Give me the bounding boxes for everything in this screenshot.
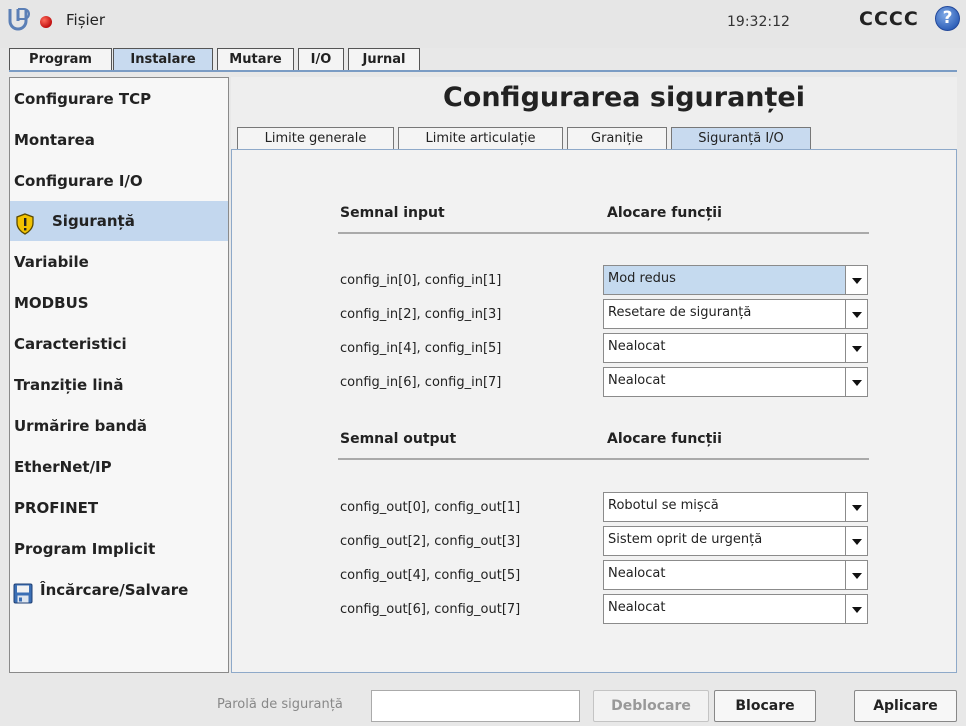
password-label: Parolă de siguranță — [217, 697, 343, 712]
chevron-down-icon[interactable] — [845, 493, 867, 521]
tab-io[interactable]: I/O — [298, 48, 344, 71]
robot-name: CCCC — [859, 8, 919, 30]
content-panel: Configurarea siguranței Limite generale … — [231, 77, 957, 673]
select-value: Robotul se mișcă — [608, 498, 719, 513]
top-bar: Fișier 19:32:12 CCCC ? — [0, 0, 966, 48]
sidebar-item-label: MODBUS — [14, 294, 89, 312]
input-row-label: config_in[6], config_in[7] — [340, 375, 502, 390]
sidebar-item-safety[interactable]: Siguranță — [10, 201, 228, 241]
tab-joint-limits[interactable]: Limite articulație — [398, 127, 563, 150]
sidebar-item-label: Siguranță — [52, 212, 135, 230]
sidebar-item-label: Urmărire bandă — [14, 417, 148, 435]
sidebar-item-label: Program Implicit — [14, 540, 156, 558]
apply-button[interactable]: Aplicare — [854, 690, 957, 722]
clock: 19:32:12 — [727, 14, 790, 30]
sidebar-item-profinet[interactable]: PROFINET — [10, 488, 228, 528]
sidebar-item-label: EtherNet/IP — [14, 458, 112, 476]
tab-program[interactable]: Program — [9, 48, 112, 71]
select-value: Nealocat — [608, 600, 666, 615]
sidebar-item-label: Configurare I/O — [14, 172, 143, 190]
input-function-select[interactable]: Nealocat — [603, 367, 868, 397]
sidebar-item-label: PROFINET — [14, 499, 99, 517]
floppy-disk-icon — [13, 579, 33, 619]
sidebar-item-conveyor-tracking[interactable]: Urmărire bandă — [10, 406, 228, 446]
output-signal-header: Semnal output — [340, 431, 457, 447]
output-function-header: Alocare funcții — [607, 431, 722, 447]
input-function-select[interactable]: Resetare de siguranță — [603, 299, 868, 329]
tab-jurnal[interactable]: Jurnal — [348, 48, 420, 71]
safety-io-panel: Semnal input Alocare funcții config_in[0… — [231, 149, 957, 673]
input-row-label: config_in[4], config_in[5] — [340, 341, 502, 356]
output-row-label: config_out[6], config_out[7] — [340, 602, 521, 617]
tab-mutare[interactable]: Mutare — [217, 48, 294, 71]
sidebar-item-ethernet-ip[interactable]: EtherNet/IP — [10, 447, 228, 487]
tab-instalare[interactable]: Instalare — [113, 48, 213, 71]
select-value: Sistem oprit de urgență — [608, 532, 763, 547]
unlock-button[interactable]: Deblocare — [593, 690, 709, 722]
tab-general-limits[interactable]: Limite generale — [237, 127, 394, 150]
tab-safety-io[interactable]: Siguranță I/O — [671, 127, 811, 150]
select-value: Nealocat — [608, 566, 666, 581]
input-function-select[interactable]: Mod redus — [603, 265, 868, 295]
divider — [338, 232, 869, 234]
sidebar-item-load-save[interactable]: Încărcare/Salvare — [10, 570, 228, 610]
output-function-select[interactable]: Nealocat — [603, 560, 868, 590]
chevron-down-icon[interactable] — [845, 527, 867, 555]
sidebar: Configurare TCP Montarea Configurare I/O… — [9, 77, 229, 673]
input-function-header: Alocare funcții — [607, 205, 722, 221]
page-title: Configurarea siguranței — [442, 82, 806, 113]
file-menu[interactable]: Fișier — [66, 11, 105, 29]
output-row-label: config_out[4], config_out[5] — [340, 568, 521, 583]
sidebar-item-label: Caracteristici — [14, 335, 127, 353]
sidebar-item-modbus[interactable]: MODBUS — [10, 283, 228, 323]
chevron-down-icon[interactable] — [845, 266, 867, 294]
chevron-down-icon[interactable] — [845, 595, 867, 623]
bottom-bar: Parolă de siguranță Deblocare Blocare Ap… — [0, 680, 966, 726]
output-function-select[interactable]: Sistem oprit de urgență — [603, 526, 868, 556]
sidebar-item-default-program[interactable]: Program Implicit — [10, 529, 228, 569]
chevron-down-icon[interactable] — [845, 561, 867, 589]
sidebar-item-io-setup[interactable]: Configurare I/O — [10, 161, 228, 201]
password-field[interactable] — [371, 690, 580, 722]
select-value: Nealocat — [608, 339, 666, 354]
sidebar-item-mounting[interactable]: Montarea — [10, 120, 228, 160]
sidebar-item-features[interactable]: Caracteristici — [10, 324, 228, 364]
divider — [338, 458, 869, 460]
chevron-down-icon[interactable] — [845, 334, 867, 362]
sidebar-item-label: Încărcare/Salvare — [40, 581, 189, 599]
help-button[interactable]: ? — [935, 6, 960, 31]
output-row-label: config_out[0], config_out[1] — [340, 500, 521, 515]
lock-button[interactable]: Blocare — [714, 690, 816, 722]
output-function-select[interactable]: Nealocat — [603, 594, 868, 624]
output-row-label: config_out[2], config_out[3] — [340, 534, 521, 549]
sidebar-item-tcp[interactable]: Configurare TCP — [10, 79, 228, 119]
input-function-select[interactable]: Nealocat — [603, 333, 868, 363]
input-row-label: config_in[0], config_in[1] — [340, 273, 502, 288]
input-row-label: config_in[2], config_in[3] — [340, 307, 502, 322]
chevron-down-icon[interactable] — [845, 368, 867, 396]
output-function-select[interactable]: Robotul se mișcă — [603, 492, 868, 522]
chevron-down-icon[interactable] — [845, 300, 867, 328]
input-signal-header: Semnal input — [340, 205, 445, 221]
ur-logo-icon — [8, 7, 30, 33]
sidebar-item-label: Tranziție lină — [14, 376, 124, 394]
sidebar-item-variables[interactable]: Variabile — [10, 242, 228, 282]
sidebar-item-label: Montarea — [14, 131, 95, 149]
select-value: Mod redus — [608, 271, 676, 286]
sidebar-item-label: Variabile — [14, 253, 89, 271]
select-value: Resetare de siguranță — [608, 305, 752, 320]
select-value: Nealocat — [608, 373, 666, 388]
sidebar-item-smooth-transition[interactable]: Tranziție lină — [10, 365, 228, 405]
robot-status-icon[interactable] — [40, 16, 52, 28]
sidebar-item-label: Configurare TCP — [14, 90, 152, 108]
tab-divider — [9, 70, 957, 72]
tab-boundaries[interactable]: Graniție — [567, 127, 667, 150]
